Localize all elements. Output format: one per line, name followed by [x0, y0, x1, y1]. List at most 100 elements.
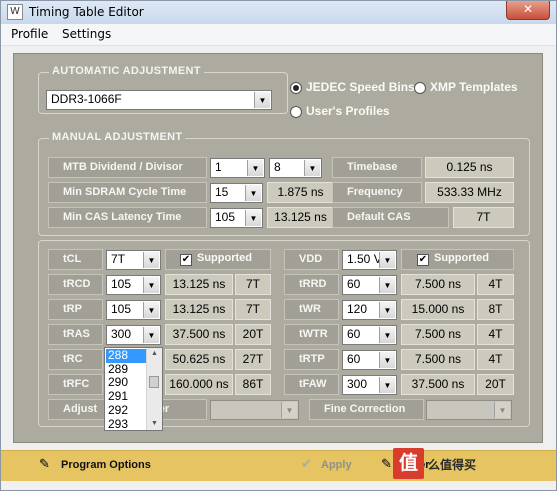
tcl-select[interactable]: 7T ▼ — [106, 250, 161, 270]
trp-select-value: 105 — [111, 302, 132, 316]
apply-button[interactable]: Apply — [321, 459, 352, 471]
fine-correction-select[interactable]: ▼ — [426, 400, 512, 420]
trcd-ns-value: 13.125 ns — [165, 274, 233, 295]
dropdown-option[interactable]: 291 — [106, 389, 148, 404]
trrd-select[interactable]: 60 ▼ — [342, 275, 397, 295]
mtb-divisor-select[interactable]: 8 ▼ — [269, 158, 322, 178]
chevron-down-icon: ▼ — [254, 92, 270, 108]
timebase-value: 0.125 ns — [425, 157, 514, 178]
vdd-select-value: 1.50 V — [347, 252, 382, 266]
chevron-down-icon: ▼ — [245, 210, 261, 226]
title-bar: W Timing Table Editor ✕ — [1, 1, 556, 24]
dropdown-option[interactable]: 288 — [106, 348, 148, 363]
automatic-adjustment-title: AUTOMATIC ADJUSTMENT — [49, 65, 204, 77]
trcd-select[interactable]: 105 ▼ — [106, 275, 161, 295]
timebase-label: Timebase — [332, 157, 422, 178]
watermark-logo: 值 — [393, 448, 424, 479]
radio-xmp-label: XMP Templates — [430, 80, 518, 94]
tras-select[interactable]: 300 ▼ — [106, 325, 161, 345]
radio-user-profiles[interactable] — [290, 106, 302, 118]
tcl-supported-checkbox[interactable]: ✔ — [180, 254, 192, 266]
trcd-t-value: 7T — [235, 274, 271, 295]
chevron-down-icon: ▼ — [143, 327, 159, 343]
trcd-select-value: 105 — [111, 277, 132, 291]
trp-select[interactable]: 105 ▼ — [106, 300, 161, 320]
tras-label: tRAS — [48, 324, 103, 345]
chevron-down-icon: ▼ — [143, 302, 159, 318]
trrd-select-value: 60 — [347, 277, 361, 291]
cycle-time-select[interactable]: 15 ▼ — [210, 183, 263, 203]
cas-latency-select[interactable]: 105 ▼ — [210, 208, 263, 228]
app-icon: W — [7, 4, 23, 20]
mtb-dividend-value: 1 — [215, 160, 222, 174]
chevron-down-icon: ▼ — [247, 160, 263, 176]
trc-dropdown-list[interactable]: 288 289 290 291 292 293 ▲ ▼ — [104, 347, 163, 431]
dropdown-option[interactable]: 289 — [106, 362, 148, 377]
tras-ns-value: 37.500 ns — [165, 324, 233, 345]
dropdown-scrollbar[interactable]: ▲ ▼ — [146, 348, 162, 430]
cycle-time-select-value: 15 — [215, 185, 229, 199]
tfaw-t-value: 20T — [477, 374, 514, 395]
scroll-up-icon[interactable]: ▲ — [147, 348, 162, 360]
frequency-label: Frequency — [332, 182, 422, 203]
chevron-down-icon: ▼ — [379, 302, 395, 318]
menu-profile[interactable]: Profile — [11, 27, 48, 41]
chevron-down-icon: ▼ — [304, 160, 320, 176]
radio-xmp[interactable] — [414, 82, 426, 94]
tfaw-select[interactable]: 300 ▼ — [342, 375, 397, 395]
chevron-down-icon: ▼ — [379, 277, 395, 293]
tfaw-select-value: 300 — [347, 377, 368, 391]
mtb-dividend-select[interactable]: 1 ▼ — [210, 158, 265, 178]
trrd-ns-value: 7.500 ns — [401, 274, 475, 295]
trc-label: tRC — [48, 349, 103, 370]
scrollbar-thumb[interactable] — [149, 376, 159, 388]
tcl-label: tCL — [48, 249, 103, 270]
trp-label: tRP — [48, 299, 103, 320]
chevron-down-icon: ▼ — [379, 252, 395, 268]
cas-latency-select-value: 105 — [215, 210, 236, 224]
chevron-down-icon: ▼ — [379, 377, 395, 393]
twr-select[interactable]: 120 ▼ — [342, 300, 397, 320]
watermark-text: 么值得买 — [428, 458, 477, 472]
mtb-label: MTB Dividend / Divisor — [48, 157, 207, 178]
chevron-down-icon: ▼ — [494, 402, 510, 418]
apply-check-icon: ✔ — [301, 456, 312, 471]
dropdown-option[interactable]: 290 — [106, 376, 148, 390]
scroll-down-icon[interactable]: ▼ — [147, 418, 162, 430]
trfc-label: tRFC — [48, 374, 103, 395]
vdd-select[interactable]: 1.50 V ▼ — [342, 250, 397, 270]
radio-jedec[interactable] — [290, 82, 302, 94]
trc-t-value: 27T — [235, 349, 271, 370]
vdd-supported-checkbox[interactable]: ✔ — [417, 254, 429, 266]
twtr-t-value: 4T — [477, 324, 514, 345]
dropdown-option[interactable]: 292 — [106, 403, 148, 418]
trp-ns-value: 13.125 ns — [165, 299, 233, 320]
mtb-divisor-value: 8 — [274, 160, 281, 174]
twtr-ns-value: 7.500 ns — [401, 324, 475, 345]
twtr-select[interactable]: 60 ▼ — [342, 325, 397, 345]
cycle-time-value: 1.875 ns — [267, 182, 334, 203]
trtp-label: tRTP — [284, 349, 339, 370]
trtp-select[interactable]: 60 ▼ — [342, 350, 397, 370]
default-cas-label: Default CAS — [332, 207, 449, 228]
close-button[interactable]: ✕ — [506, 1, 550, 20]
adjust-parameter-select[interactable]: ▼ — [210, 400, 299, 420]
twr-ns-value: 15.000 ns — [401, 299, 475, 320]
trp-t-value: 7T — [235, 299, 271, 320]
twr-select-value: 120 — [347, 302, 368, 316]
tcl-select-value: 7T — [111, 252, 126, 266]
program-options-button[interactable]: Program Options — [61, 459, 151, 471]
tras-t-value: 20T — [235, 324, 271, 345]
timing-table-editor-window: W Timing Table Editor ✕ Profile Settings… — [0, 0, 557, 491]
profile-select[interactable]: DDR3-1066F ▼ — [46, 90, 272, 110]
edit-check-icon[interactable]: ✎ — [39, 456, 50, 472]
profile-select-value: DDR3-1066F — [51, 92, 122, 106]
save-check-icon[interactable]: ✎ — [381, 456, 392, 472]
chevron-down-icon: ▼ — [379, 327, 395, 343]
menu-settings[interactable]: Settings — [62, 27, 111, 41]
dropdown-option[interactable]: 293 — [106, 417, 148, 432]
cas-latency-label: Min CAS Latency Time — [48, 207, 207, 228]
main-panel: AUTOMATIC ADJUSTMENT DDR3-1066F ▼ JEDEC … — [13, 53, 543, 443]
vdd-supported-label: Supported — [434, 252, 489, 264]
twr-label: tWR — [284, 299, 339, 320]
